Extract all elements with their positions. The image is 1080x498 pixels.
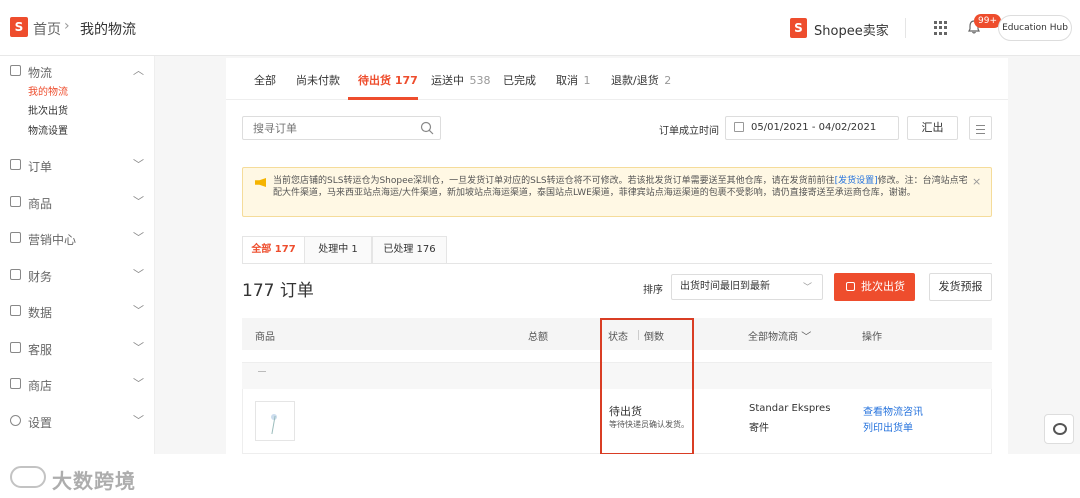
order-icon [10, 159, 21, 170]
sidebar-item-mass-ship[interactable]: 批次出货 [28, 102, 68, 117]
search-icon[interactable] [420, 121, 434, 135]
close-icon[interactable]: × [972, 175, 981, 188]
search-order-input[interactable] [242, 116, 441, 140]
product-thumbnail[interactable] [255, 401, 295, 441]
col-carrier-filter[interactable]: 全部物流商 ﹀ [748, 328, 811, 343]
settings-icon [10, 415, 21, 426]
sidebar-group-shop[interactable]: 商店 ﹀ [0, 375, 155, 393]
shopee-logo-icon[interactable]: S [10, 17, 28, 37]
speaker-icon [255, 178, 266, 187]
tab-cancelled[interactable]: 取消 1 [556, 72, 591, 88]
print-waybill-link[interactable]: 列印出货单 [863, 419, 913, 434]
customer-support-button[interactable] [1044, 414, 1074, 444]
sidebar-group-label: 财务 [28, 270, 53, 284]
col-action: 操作 [862, 332, 882, 343]
carrier-name: Standar Ekspres [749, 403, 831, 414]
chevron-down-icon: ﹀ [133, 195, 144, 208]
sort-select[interactable]: 出货时间最旧到最新 [671, 274, 823, 300]
topbar-divider [905, 18, 906, 38]
sidebar-group-label: 数据 [28, 306, 53, 320]
sidebar-group-label: 商品 [28, 197, 53, 211]
export-button[interactable]: 汇出 [907, 116, 958, 140]
active-tab-indicator [348, 97, 418, 100]
carrier-type: 寄件 [749, 423, 769, 434]
product-icon [10, 196, 21, 207]
sidebar-group-label: 物流 [28, 66, 53, 80]
separator-dash [258, 371, 266, 372]
print-icon [846, 282, 855, 291]
apps-grid-icon[interactable] [934, 21, 948, 35]
customer-service-icon [10, 342, 21, 353]
order-count: 177 订单 [242, 281, 314, 301]
marketing-icon [10, 232, 21, 243]
breadcrumb-home[interactable]: 首页 [33, 19, 61, 39]
sidebar-group-settings[interactable]: 设置 ﹀ [0, 412, 155, 430]
subtab-processing[interactable]: 处理中 1 [304, 236, 372, 263]
watermark-logo-icon [10, 466, 46, 488]
view-logistics-link[interactable]: 查看物流咨讯 [863, 403, 923, 418]
shopee-seller-logo-icon: S [790, 18, 807, 38]
shipping-forecast-button[interactable]: 发货预报 [929, 273, 992, 301]
data-icon [10, 305, 21, 316]
col-total: 总额 [528, 332, 548, 343]
sidebar-group-finance[interactable]: 财务 ﹀ [0, 266, 155, 284]
sidebar-group-label: 营销中心 [28, 233, 77, 247]
chevron-down-icon: ﹀ [801, 332, 812, 343]
sidebar-group-orders[interactable]: 订单 ﹀ [0, 156, 155, 174]
chevron-down-icon: ﹀ [133, 341, 144, 354]
sidebar-item-my-logistics[interactable]: 我的物流 [28, 83, 68, 98]
sidebar-item-logistics-settings[interactable]: 物流设置 [28, 122, 68, 137]
shop-icon [10, 378, 21, 389]
headset-icon [1053, 423, 1067, 435]
sidebar-group-label: 商店 [28, 379, 53, 393]
tab-all[interactable]: 全部 [254, 72, 276, 88]
watermark-text: 大数跨境 [52, 469, 136, 493]
notice-text: 当前您店铺的SLS转运仓为Shopee深圳仓，一旦发货订单对应的SLS转运仓将不… [273, 176, 968, 198]
sidebar-group-data[interactable]: 数据 ﹀ [0, 302, 155, 320]
watermark-bar: 大数跨境 [0, 454, 1080, 498]
tab-completed[interactable]: 已完成 [503, 72, 536, 88]
highlight-annotation-box [600, 318, 694, 455]
shipping-settings-link[interactable]: [发货设置] [835, 176, 878, 186]
finance-icon [10, 269, 21, 280]
chevron-down-icon: ﹀ [133, 414, 144, 427]
col-product: 商品 [255, 332, 275, 343]
chevron-down-icon: ﹀ [133, 304, 144, 317]
date-range-picker[interactable]: 05/01/2021 - 04/02/2021 [725, 116, 899, 140]
sidebar: 物流 ︿ 我的物流 批次出货 物流设置 订单 ﹀ 商品 ﹀ 营销中心 ﹀ 财务 … [0, 56, 155, 498]
chevron-down-icon: ﹀ [133, 231, 144, 244]
tab-return-refund[interactable]: 退款/退货 2 [611, 72, 671, 88]
sidebar-group-products[interactable]: 商品 ﹀ [0, 193, 155, 211]
sidebar-group-label: 设置 [28, 416, 53, 430]
sort-label: 排序 [643, 285, 663, 296]
list-menu-button[interactable] [969, 116, 992, 140]
chevron-down-icon: ﹀ [133, 268, 144, 281]
sidebar-group-marketing[interactable]: 营销中心 ﹀ [0, 229, 155, 247]
top-bar: S 首页 › 我的物流 S Shopee卖家 99+ Education Hub [0, 0, 1080, 56]
notice-banner: 当前您店铺的SLS转运仓为Shopee深圳仓，一旦发货订单对应的SLS转运仓将不… [242, 167, 992, 217]
chevron-up-icon: ︿ [133, 64, 144, 77]
tab-shipping[interactable]: 运送中 538 [431, 72, 491, 88]
order-date-label: 订单成立时间 [659, 126, 719, 137]
education-hub-button[interactable]: Education Hub [998, 15, 1072, 41]
chevron-down-icon: ﹀ [133, 377, 144, 390]
sidebar-group-label: 客服 [28, 343, 53, 357]
tab-unpaid[interactable]: 尚未付款 [296, 72, 340, 88]
status-tabs: 全部 尚未付款 待出货 177 运送中 538 已完成 取消 1 退款/退货 2 [226, 58, 1008, 100]
sidebar-group-customer-service[interactable]: 客服 ﹀ [0, 339, 155, 357]
sidebar-group-label: 订单 [28, 160, 53, 174]
sidebar-group-logistics[interactable]: 物流 ︿ [0, 62, 155, 80]
subtab-divider [242, 263, 992, 264]
breadcrumb-separator: › [64, 18, 70, 34]
subtab-all[interactable]: 全部 177 [242, 236, 305, 264]
calendar-icon [734, 122, 744, 132]
subtab-processed[interactable]: 已处理 176 [372, 236, 447, 263]
seller-center-title: Shopee卖家 [814, 24, 889, 39]
notification-badge: 99+ [974, 14, 1001, 28]
tab-to-ship[interactable]: 待出货 177 [358, 72, 418, 88]
chevron-down-icon: ﹀ [133, 158, 144, 171]
breadcrumb-current: 我的物流 [80, 22, 136, 38]
logistics-icon [10, 65, 21, 76]
chevron-down-icon: ﹀ [803, 283, 813, 293]
